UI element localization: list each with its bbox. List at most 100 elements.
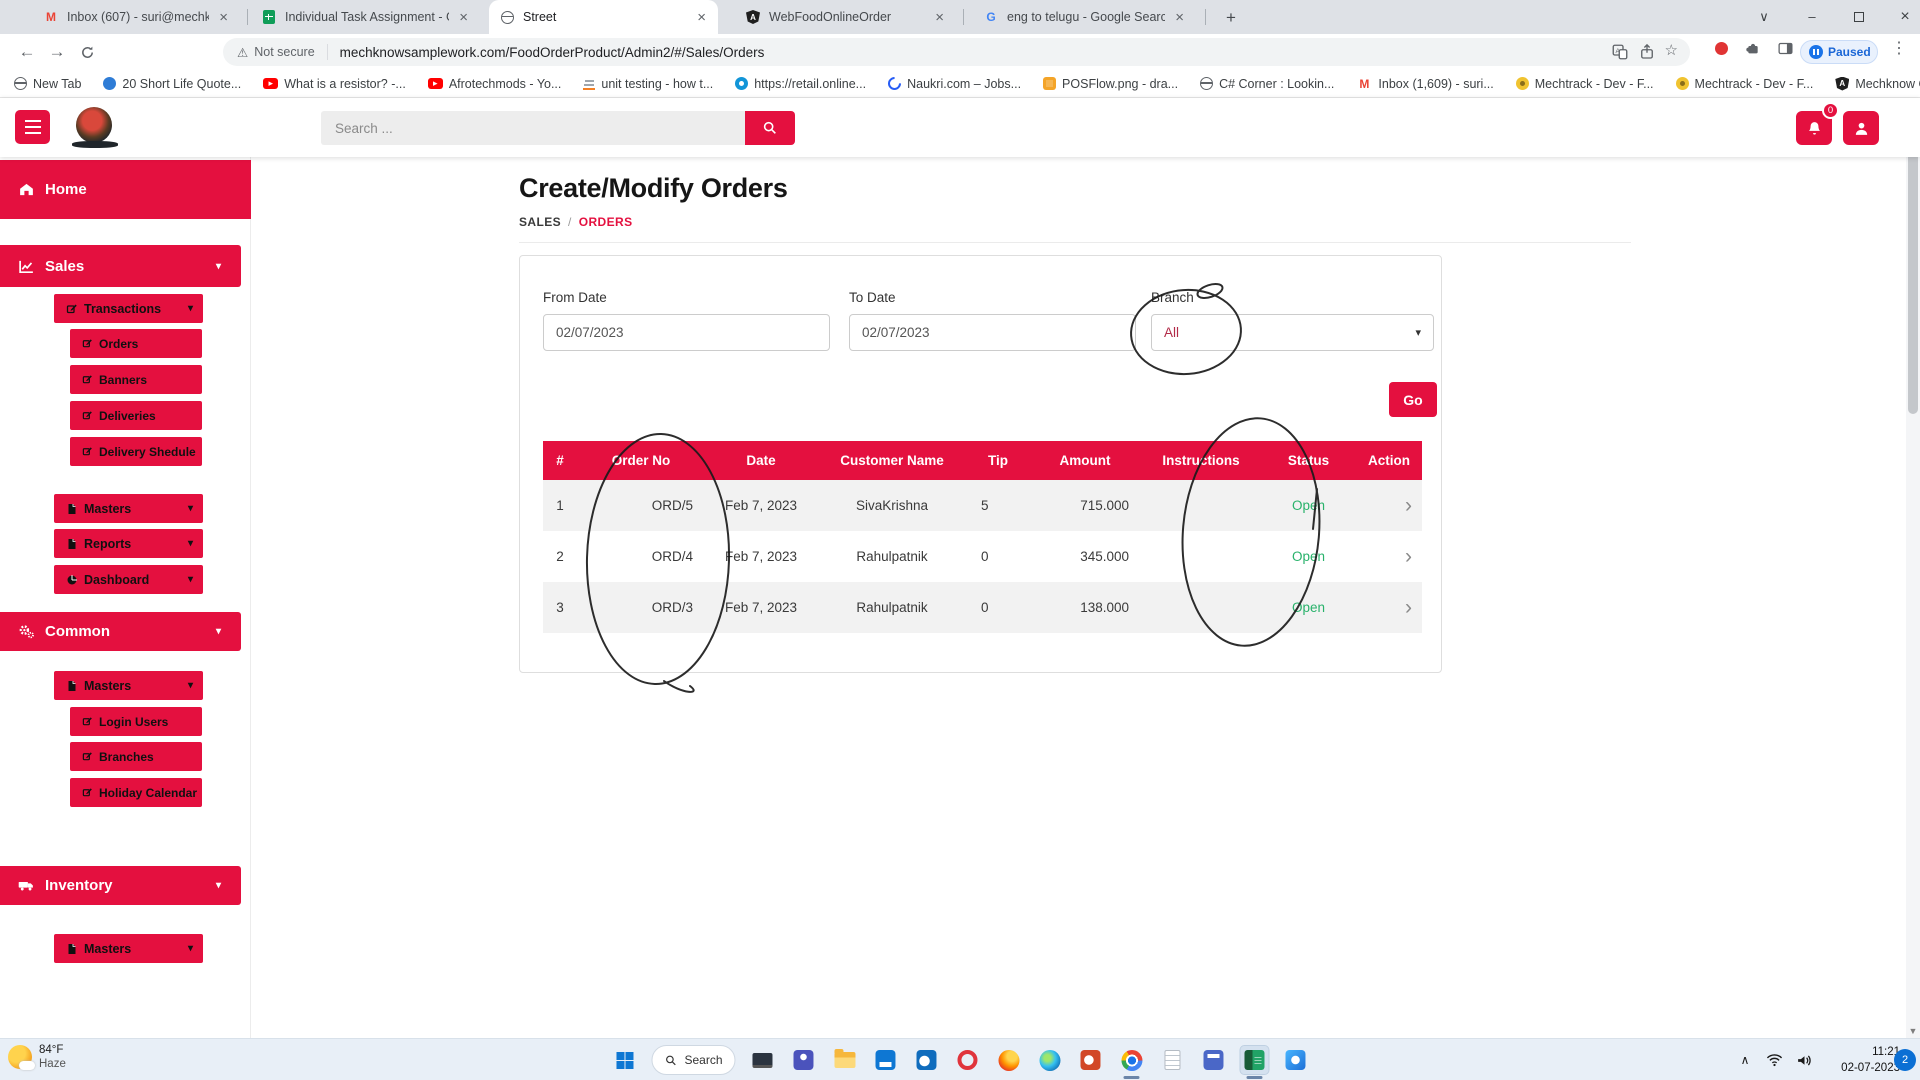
tab-close-icon[interactable]: × — [1173, 9, 1186, 26]
tray-chevron-up-icon[interactable]: ∧ — [1732, 1039, 1758, 1080]
tab-search-icon[interactable]: ∨ — [1745, 0, 1783, 33]
tab-close-icon[interactable]: × — [695, 9, 708, 26]
share-icon[interactable] — [1638, 43, 1656, 61]
bookmark-item[interactable]: C# Corner : Lookin... — [1200, 77, 1334, 91]
row-expand-chevron-icon[interactable]: › — [1356, 597, 1422, 618]
bookmark-item[interactable]: Mechtrack - Dev - F... — [1516, 77, 1654, 91]
tab-close-icon[interactable]: × — [933, 9, 946, 26]
bookmark-item[interactable]: New Tab — [14, 77, 81, 91]
not-secure-warning[interactable]: ⚠ Not secure — [223, 45, 327, 60]
store-button[interactable] — [872, 1046, 900, 1074]
side-panel-icon[interactable] — [1774, 38, 1796, 58]
reload-icon[interactable] — [74, 39, 100, 65]
app-logo[interactable] — [76, 107, 112, 143]
teams-button[interactable] — [790, 1046, 818, 1074]
translate-icon[interactable]: A — [1611, 43, 1629, 61]
sync-paused-button[interactable]: Paused — [1800, 40, 1878, 64]
sidebar-item-home[interactable]: Home — [0, 160, 251, 219]
notification-center-badge[interactable]: 2 — [1894, 1049, 1916, 1071]
desktop-app-button[interactable] — [749, 1046, 777, 1074]
edge-button[interactable] — [1036, 1046, 1064, 1074]
browser-tab-gmail[interactable]: Inbox (607) - suri@mechknowsof × — [33, 0, 240, 34]
forward-icon[interactable]: → — [44, 39, 70, 65]
new-tab-button[interactable]: + — [1218, 5, 1244, 31]
bookmark-item[interactable]: Afrotechmods - Yo... — [428, 77, 562, 91]
sidebar-item-banners[interactable]: Banners — [70, 365, 202, 394]
sidebar-item-masters-common[interactable]: Masters ▾ — [54, 671, 203, 700]
sidebar-item-delivery-schedule[interactable]: Delivery Shedule — [70, 437, 202, 466]
row-expand-chevron-icon[interactable]: › — [1356, 546, 1422, 567]
profile-button[interactable] — [1843, 111, 1879, 145]
bookmark-item[interactable]: Inbox (1,609) - suri... — [1356, 76, 1493, 92]
wifi-icon[interactable] — [1760, 1039, 1788, 1080]
minimize-button[interactable]: – — [1793, 0, 1831, 33]
scroll-down-icon[interactable]: ▼ — [1906, 1024, 1920, 1038]
notepad-button[interactable] — [1159, 1046, 1187, 1074]
outlook-button[interactable] — [913, 1046, 941, 1074]
powerpoint-button[interactable] — [1077, 1046, 1105, 1074]
scrollbar-thumb[interactable] — [1908, 114, 1918, 414]
bookmark-item[interactable]: https://retail.online... — [735, 77, 866, 91]
extension-red-icon[interactable] — [1710, 38, 1732, 58]
sidebar-item-orders[interactable]: Orders — [70, 329, 202, 358]
photos-button[interactable] — [1282, 1046, 1310, 1074]
breadcrumb-parent[interactable]: SALES — [519, 215, 561, 229]
bookmark-item[interactable]: Mechknow CRM — [1835, 77, 1920, 91]
calculator-button[interactable] — [1200, 1046, 1228, 1074]
bookmark-item[interactable]: unit testing - how t... — [583, 77, 713, 91]
bookmark-item[interactable]: POSFlow.png - dra... — [1043, 77, 1178, 91]
browser-tab-sheets[interactable]: Individual Task Assignment - Goo × — [251, 0, 480, 34]
sidebar-item-transactions[interactable]: Transactions ▾ — [54, 294, 203, 323]
app-search-button[interactable] — [745, 111, 795, 145]
bookmark-item[interactable]: Naukri.com – Jobs... — [888, 77, 1021, 91]
taskbar-clock[interactable]: 11:21 02-07-2023 — [1822, 1044, 1900, 1076]
maximize-button[interactable] — [1840, 0, 1878, 33]
sidebar-item-deliveries[interactable]: Deliveries — [70, 401, 202, 430]
go-button[interactable]: Go — [1389, 382, 1437, 417]
chrome-button[interactable] — [1118, 1046, 1146, 1074]
app-search-input[interactable] — [321, 111, 745, 145]
sidebar-item-masters-inventory[interactable]: Masters ▾ — [54, 934, 203, 963]
to-date-input[interactable] — [849, 314, 1136, 351]
tab-close-icon[interactable]: × — [217, 9, 230, 26]
firefox-button[interactable] — [995, 1046, 1023, 1074]
back-icon[interactable]: ← — [14, 39, 40, 65]
browser-tab-angular[interactable]: WebFoodOnlineOrder × — [735, 0, 956, 34]
excel-button[interactable] — [1241, 1046, 1269, 1074]
sidebar-item-reports[interactable]: Reports ▾ — [54, 529, 203, 558]
page-scrollbar[interactable]: ▲ ▼ — [1906, 98, 1920, 1038]
volume-icon[interactable] — [1790, 1039, 1818, 1080]
taskbar-search[interactable]: Search — [651, 1045, 735, 1075]
opera-button[interactable] — [954, 1046, 982, 1074]
sidebar-toggle-button[interactable] — [15, 110, 50, 144]
browser-menu-icon[interactable]: ⋮ — [1888, 38, 1910, 58]
sidebar-item-inventory[interactable]: Inventory ▾ — [0, 866, 241, 905]
url-text[interactable]: mechknowsamplework.com/FoodOrderProduct/… — [340, 45, 765, 60]
sidebar-item-dashboard[interactable]: Dashboard ▾ — [54, 565, 203, 594]
sidebar-item-masters-sales[interactable]: Masters ▾ — [54, 494, 203, 523]
sidebar-item-branches[interactable]: Branches — [70, 742, 202, 771]
from-date-input[interactable] — [543, 314, 830, 351]
bookmark-star-icon[interactable]: ☆ — [1665, 43, 1678, 61]
row-expand-chevron-icon[interactable]: › — [1356, 495, 1422, 516]
table-row[interactable]: 1 ORD/5 Feb 7, 2023 SivaKrishna 5 715.00… — [543, 480, 1422, 531]
sidebar-item-common[interactable]: Common ▾ — [0, 612, 241, 651]
table-row[interactable]: 2 ORD/4 Feb 7, 2023 Rahulpatnik 0 345.00… — [543, 531, 1422, 582]
browser-tab-active[interactable]: Street × — [489, 0, 718, 34]
sidebar-item-holiday-calendar[interactable]: Holiday Calendar — [70, 778, 202, 807]
browser-tab-google[interactable]: eng to telugu - Google Search × — [973, 0, 1196, 34]
sidebar-item-login-users[interactable]: Login Users — [70, 707, 202, 736]
url-omnibox[interactable]: ⚠ Not secure mechknowsamplework.com/Food… — [223, 38, 1690, 66]
branch-select[interactable]: All ▾ — [1151, 314, 1434, 351]
bookmark-item[interactable]: What is a resistor? -... — [263, 77, 406, 91]
tab-close-icon[interactable]: × — [457, 9, 470, 26]
file-explorer-button[interactable] — [831, 1046, 859, 1074]
taskbar-weather-widget[interactable]: 84°F Haze — [8, 1043, 66, 1072]
bookmark-item[interactable]: 20 Short Life Quote... — [103, 77, 241, 91]
extensions-puzzle-icon[interactable] — [1742, 38, 1764, 58]
bookmark-item[interactable]: Mechtrack - Dev - F... — [1676, 77, 1814, 91]
close-button[interactable]: × — [1886, 0, 1920, 33]
start-button[interactable] — [610, 1046, 638, 1074]
sidebar-item-sales[interactable]: Sales ▾ — [0, 245, 241, 287]
table-row[interactable]: 3 ORD/3 Feb 7, 2023 Rahulpatnik 0 138.00… — [543, 582, 1422, 633]
